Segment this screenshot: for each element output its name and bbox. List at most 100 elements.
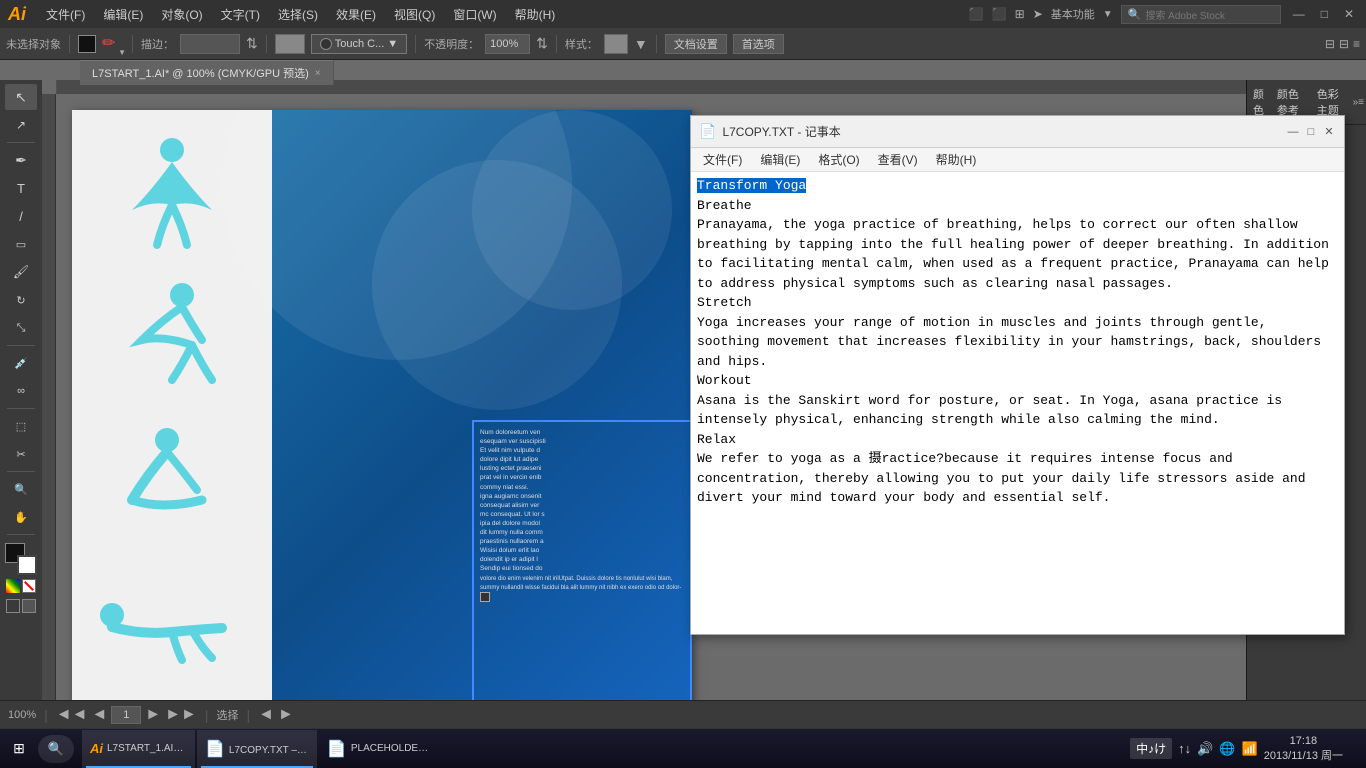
prev-btn[interactable]: ◄ — [91, 706, 107, 724]
line-tool[interactable]: / — [5, 203, 37, 229]
notepad-line-3: to facilitating mental calm, when used a… — [697, 256, 1329, 271]
notepad-line-5: Yoga increases your range of motion in m… — [697, 315, 1267, 330]
clock[interactable]: 17:18 2013/11/13 周一 — [1264, 735, 1343, 763]
notepad-content[interactable]: Transform Yoga Breathe Pranayama, the yo… — [691, 172, 1344, 634]
tab-filename: L7START_1.AI* @ 100% (CMYK/GPU 预选) — [92, 65, 309, 81]
taskbar-right: 中♪け ↑↓ 🔊 🌐 📶 17:18 2013/11/13 周一 — [1130, 735, 1362, 763]
tray-icon-3[interactable]: 🌐 — [1219, 741, 1235, 757]
taskbar-placeholder-icon: 📄 — [327, 739, 347, 759]
document-tab[interactable]: L7START_1.AI* @ 100% (CMYK/GPU 预选) × — [80, 60, 334, 85]
ime-box[interactable]: 中♪け — [1130, 738, 1172, 759]
next-page-btn[interactable]: ►► — [165, 706, 197, 724]
overflow-indicator — [480, 592, 490, 602]
notepad-menu-help[interactable]: 帮助(H) — [928, 149, 985, 170]
status-sep-1: | — [44, 707, 48, 723]
start-button[interactable]: ⊞ — [4, 734, 34, 764]
doc-settings-button[interactable]: 文档设置 — [665, 34, 727, 54]
tab-close-button[interactable]: × — [315, 68, 321, 79]
menu-window[interactable]: 窗口(W) — [445, 4, 504, 25]
taskbar-item-notepad[interactable]: 📄 L7COPY.TXT – 记... — [197, 730, 317, 768]
artboard-tool[interactable]: ⬚ — [5, 413, 37, 439]
touch-dropdown-icon[interactable]: ▼ — [387, 38, 398, 50]
fill-color[interactable] — [78, 35, 96, 53]
color-swatch[interactable] — [275, 34, 305, 54]
menu-bar: Ai 文件(F) 编辑(E) 对象(O) 文字(T) 选择(S) 效果(E) 视… — [0, 0, 1366, 28]
slice-tool[interactable]: ✂ — [5, 441, 37, 467]
menu-edit[interactable]: 编辑(E) — [95, 4, 151, 25]
style-label: 样式： — [565, 36, 598, 52]
direct-select-tool[interactable]: ↗ — [5, 112, 37, 138]
notepad-menu-file[interactable]: 文件(F) — [695, 149, 750, 170]
select-tool[interactable]: ↖ — [5, 84, 37, 110]
taskbar-search[interactable]: 🔍 — [38, 735, 74, 763]
menu-file[interactable]: 文件(F) — [38, 4, 93, 25]
minimize-button[interactable]: — — [1289, 7, 1309, 21]
zoom-display[interactable]: 100% — [8, 709, 36, 721]
tray-icon-1[interactable]: ↑↓ — [1178, 741, 1191, 756]
more-options-icon[interactable]: ≡ — [1353, 37, 1360, 51]
pen-tool-icon[interactable]: ✏ ▼ — [102, 33, 124, 55]
preferences-button[interactable]: 首选项 — [733, 34, 784, 54]
style-swatch[interactable] — [604, 34, 628, 54]
menu-help[interactable]: 帮助(H) — [507, 4, 564, 25]
taskbar-ai-label: L7START_1.AI* @... — [107, 743, 187, 754]
artboard-right: Num doloreetum ven esequam ver suscipist… — [272, 110, 692, 720]
text-line-16: Sendip eui tionsed do — [480, 565, 543, 572]
prev-page-btn[interactable]: ◄◄ — [56, 706, 88, 724]
start-icon: ⊞ — [13, 740, 25, 757]
taskbar-item-illustrator[interactable]: Ai L7START_1.AI* @... — [82, 730, 195, 768]
notepad-menu-view[interactable]: 查看(V) — [870, 149, 926, 170]
notepad-menu-format[interactable]: 格式(O) — [810, 149, 867, 170]
menu-object[interactable]: 对象(O) — [153, 4, 210, 25]
taskbar-ai-icon: Ai — [90, 741, 103, 756]
hand-tool[interactable]: ✋ — [5, 504, 37, 530]
stroke-arrows[interactable]: ⇅ — [246, 35, 258, 52]
notepad-close[interactable]: ✕ — [1322, 125, 1336, 139]
text-line-5: lusting ectet praeseni — [480, 465, 541, 472]
eyedropper-tool[interactable]: 💉 — [5, 350, 37, 376]
scale-tool[interactable]: ⤡ — [5, 315, 37, 341]
menu-select[interactable]: 选择(S) — [270, 4, 326, 25]
shape-tool[interactable]: ▭ — [5, 231, 37, 257]
type-tool[interactable]: T — [5, 175, 37, 201]
next-btn[interactable]: ► — [145, 706, 161, 724]
rotate-tool[interactable]: ↻ — [5, 287, 37, 313]
text-line-18: summy nullandit wisse facidui bla alit l… — [480, 585, 681, 591]
panel-menu-icon[interactable]: ≡ — [1358, 97, 1364, 108]
workspace-label[interactable]: 基本功能 — [1051, 6, 1095, 22]
opacity-input[interactable] — [485, 34, 530, 54]
notepad-selected-text: Transform Yoga — [697, 178, 806, 193]
tray-icon-2[interactable]: 🔊 — [1197, 741, 1213, 757]
pen-tool[interactable]: ✒ — [5, 147, 37, 173]
search-stock[interactable]: 🔍 搜索 Adobe Stock — [1121, 5, 1281, 24]
workspace-dropdown-icon[interactable]: ▼ — [1103, 9, 1113, 20]
restore-button[interactable]: □ — [1317, 7, 1332, 21]
stroke-box[interactable] — [17, 555, 37, 575]
blend-tool[interactable]: ∞ — [5, 378, 37, 404]
menu-text[interactable]: 文字(T) — [213, 4, 268, 25]
zoom-tool[interactable]: 🔍 — [5, 476, 37, 502]
paint-tool[interactable]: 🖌 — [5, 259, 37, 285]
touch-button[interactable]: Touch C... ▼ — [311, 34, 407, 54]
artboard-next[interactable]: ► — [278, 706, 294, 724]
stroke-input[interactable] — [180, 34, 240, 54]
notepad-restore[interactable]: □ — [1304, 125, 1318, 139]
menu-effect[interactable]: 效果(E) — [328, 4, 384, 25]
search-placeholder: 搜索 Adobe Stock — [1145, 7, 1224, 22]
normal-mode[interactable] — [6, 599, 20, 613]
page-input[interactable] — [111, 706, 141, 724]
notepad-minimize[interactable]: — — [1286, 125, 1300, 139]
opacity-arrows[interactable]: ⇅ — [536, 35, 548, 52]
mask-mode[interactable] — [22, 599, 36, 613]
taskbar-item-placeholder[interactable]: 📄 PLACEHOLDER.TX... — [319, 730, 439, 768]
tray-icon-4[interactable]: 📶 — [1242, 741, 1258, 757]
color-mode-icon[interactable] — [6, 579, 20, 593]
notepad-menu-edit[interactable]: 编辑(E) — [752, 149, 808, 170]
text-box-content: Num doloreetum ven esequam ver suscipist… — [474, 422, 690, 720]
status-sep-2: | — [205, 707, 209, 723]
close-button[interactable]: ✕ — [1340, 7, 1358, 21]
style-dropdown-icon[interactable]: ▼ — [634, 36, 648, 52]
artboard-prev[interactable]: ◄ — [258, 706, 274, 724]
menu-view[interactable]: 视图(Q) — [386, 4, 443, 25]
none-mode-icon[interactable] — [22, 579, 36, 593]
